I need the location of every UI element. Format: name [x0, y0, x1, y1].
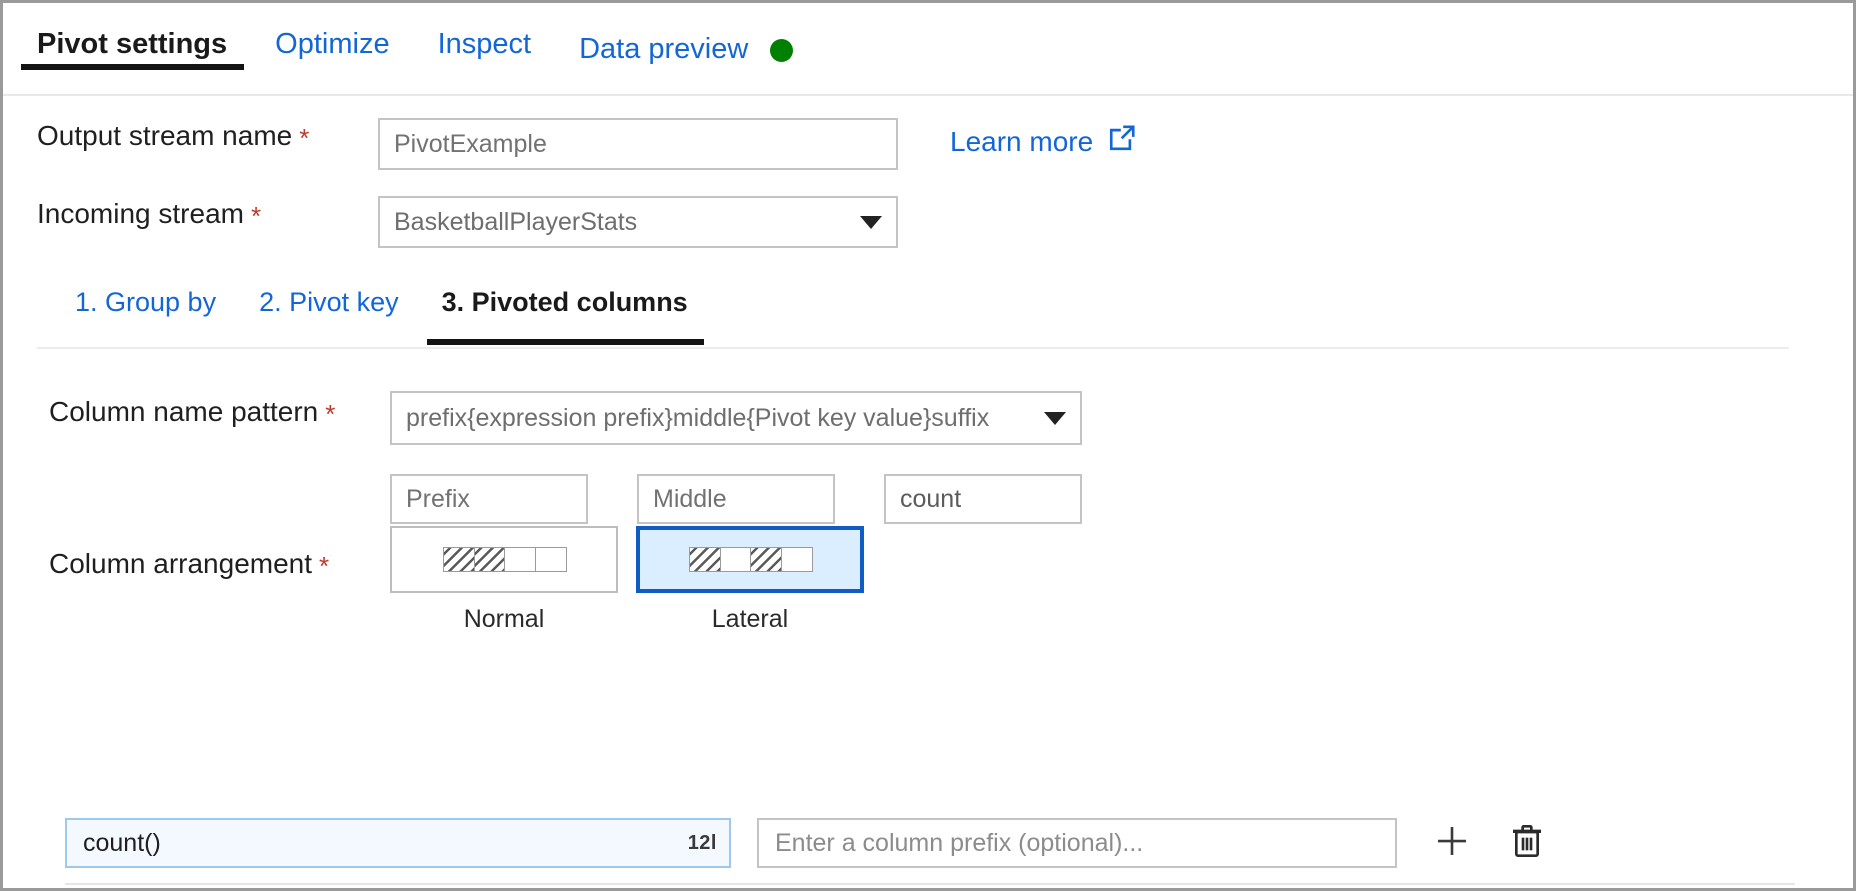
pattern-parts-group: Prefix Middle count — [390, 474, 1131, 524]
pattern-suffix-value: count — [900, 485, 961, 514]
column-prefix-input[interactable]: Enter a column prefix (optional)... — [757, 818, 1397, 868]
pivot-expression-input[interactable]: count() 12l — [65, 818, 731, 868]
subtab-label: 1. Group by — [75, 287, 216, 317]
tab-label: Data preview — [579, 35, 748, 64]
column-name-pattern-label: Column name pattern* — [49, 396, 389, 428]
arrangement-lateral-glyph — [689, 547, 811, 572]
add-column-button[interactable] — [1431, 820, 1473, 867]
required-marker: * — [299, 123, 309, 153]
column-cell-hatched-icon — [443, 547, 475, 572]
arrangement-normal-box[interactable] — [390, 526, 618, 593]
arrangement-lateral-box[interactable] — [636, 526, 864, 593]
bottom-divider — [65, 883, 1795, 885]
expression-type-badge: 12l — [688, 832, 717, 855]
arrangement-option-normal[interactable]: Normal — [390, 526, 618, 634]
column-prefix-placeholder: Enter a column prefix (optional)... — [775, 829, 1143, 858]
label-text: Column name pattern — [49, 396, 318, 427]
learn-more-link[interactable]: Learn more — [950, 123, 1137, 160]
arrangement-normal-label: Normal — [390, 605, 618, 634]
tab-data-preview[interactable]: Data preview — [579, 3, 793, 69]
required-marker: * — [325, 399, 335, 429]
subtab-label: 2. Pivot key — [259, 287, 399, 317]
label-text: Column arrangement — [49, 548, 312, 579]
external-link-icon — [1107, 123, 1137, 160]
tab-optimize[interactable]: Optimize — [275, 3, 389, 69]
column-cell-plain-icon — [504, 547, 536, 572]
incoming-stream-select[interactable]: BasketballPlayerStats — [378, 196, 898, 248]
delete-column-button[interactable] — [1507, 821, 1547, 866]
pattern-middle-value: Middle — [653, 485, 727, 514]
pattern-prefix-input[interactable]: Prefix — [390, 474, 588, 524]
column-arrangement-label: Column arrangement* — [49, 548, 389, 580]
pivot-step-tab-bar: 1. Group by 2. Pivot key 3. Pivoted colu… — [37, 281, 1789, 349]
column-cell-plain-icon — [720, 547, 752, 572]
subtab-label: 3. Pivoted columns — [442, 287, 688, 317]
column-name-pattern-row: Column name pattern* — [49, 396, 389, 428]
pivot-settings-panel: Pivot settings Optimize Inspect Data pre… — [0, 0, 1856, 891]
incoming-stream-value: BasketballPlayerStats — [394, 208, 637, 237]
arrangement-lateral-label: Lateral — [636, 605, 864, 634]
plus-icon — [1431, 820, 1473, 867]
column-cell-plain-icon — [535, 547, 567, 572]
status-dot-icon — [770, 39, 793, 62]
incoming-stream-row: Incoming stream* — [37, 198, 347, 230]
output-stream-name-input[interactable]: PivotExample — [378, 118, 898, 170]
tab-pivot-settings[interactable]: Pivot settings — [37, 3, 227, 69]
output-stream-name-row: Output stream name* — [37, 120, 347, 152]
column-arrangement-row: Column arrangement* — [49, 548, 389, 580]
incoming-stream-label: Incoming stream* — [37, 198, 347, 230]
subtab-group-by[interactable]: 1. Group by — [75, 281, 216, 343]
column-cell-hatched-icon — [750, 547, 782, 572]
column-name-pattern-value: prefix{expression prefix}middle{Pivot ke… — [406, 404, 989, 433]
pattern-middle-input[interactable]: Middle — [637, 474, 835, 524]
tab-inspect[interactable]: Inspect — [438, 3, 532, 69]
tab-label: Pivot settings — [37, 28, 227, 60]
pivoted-column-entry-row: count() 12l Enter a column prefix (optio… — [65, 818, 1547, 868]
subtab-pivot-key[interactable]: 2. Pivot key — [259, 281, 399, 343]
column-arrangement-options: Normal Lateral — [390, 526, 882, 634]
arrangement-option-lateral[interactable]: Lateral — [636, 526, 864, 634]
arrangement-normal-glyph — [443, 547, 565, 572]
column-cell-hatched-icon — [689, 547, 721, 572]
pivot-expression-value: count() — [83, 829, 161, 858]
main-tab-bar: Pivot settings Optimize Inspect Data pre… — [3, 3, 1853, 96]
output-stream-name-value: PivotExample — [394, 130, 547, 159]
output-stream-name-label: Output stream name* — [37, 120, 347, 152]
column-cell-plain-icon — [781, 547, 813, 572]
tab-label: Inspect — [438, 28, 532, 60]
chevron-down-icon — [860, 216, 882, 229]
learn-more-label: Learn more — [950, 126, 1093, 158]
required-marker: * — [319, 551, 329, 581]
subtab-pivoted-columns[interactable]: 3. Pivoted columns — [442, 281, 688, 343]
required-marker: * — [251, 201, 261, 231]
column-name-pattern-select[interactable]: prefix{expression prefix}middle{Pivot ke… — [390, 391, 1082, 445]
chevron-down-icon — [1044, 412, 1066, 425]
pattern-suffix-input[interactable]: count — [884, 474, 1082, 524]
column-cell-hatched-icon — [474, 547, 506, 572]
label-text: Incoming stream — [37, 198, 244, 229]
trash-icon — [1507, 821, 1547, 866]
pattern-prefix-value: Prefix — [406, 485, 470, 514]
tab-label: Optimize — [275, 28, 389, 60]
label-text: Output stream name — [37, 120, 292, 151]
